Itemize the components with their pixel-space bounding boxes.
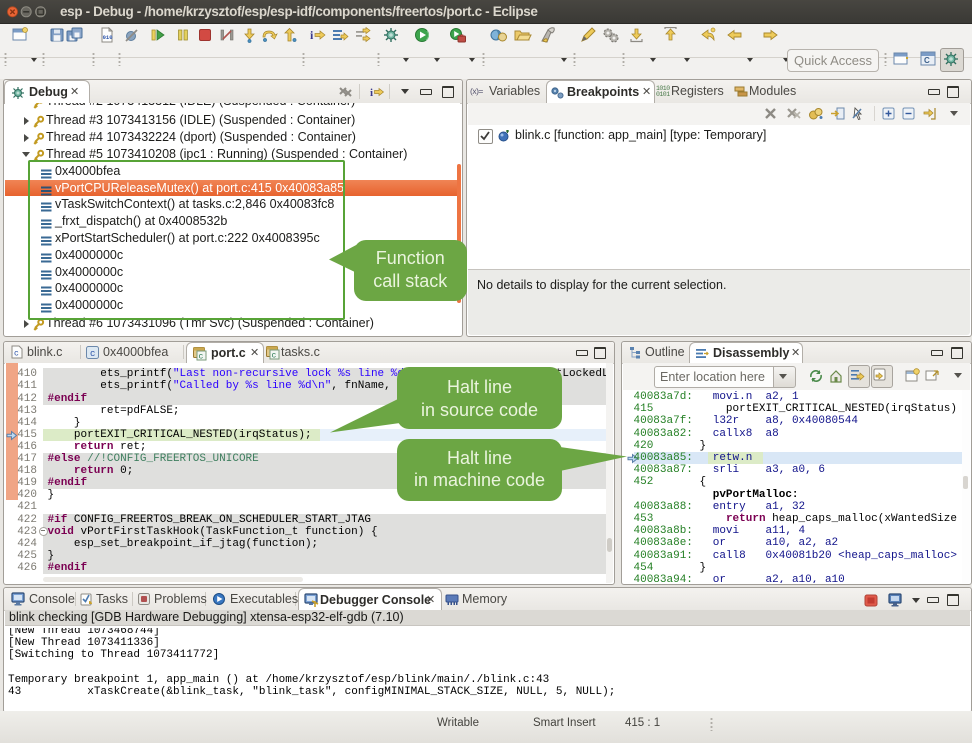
svg-text:c: c (14, 350, 19, 359)
svg-text:c: c (90, 349, 95, 359)
svg-text:i: i (310, 28, 314, 42)
svg-text:i: i (370, 87, 373, 99)
svg-text:C: C (924, 56, 930, 65)
svg-text:010: 010 (103, 34, 113, 41)
svg-text:c: c (272, 352, 277, 361)
svg-text:c: c (199, 353, 204, 362)
